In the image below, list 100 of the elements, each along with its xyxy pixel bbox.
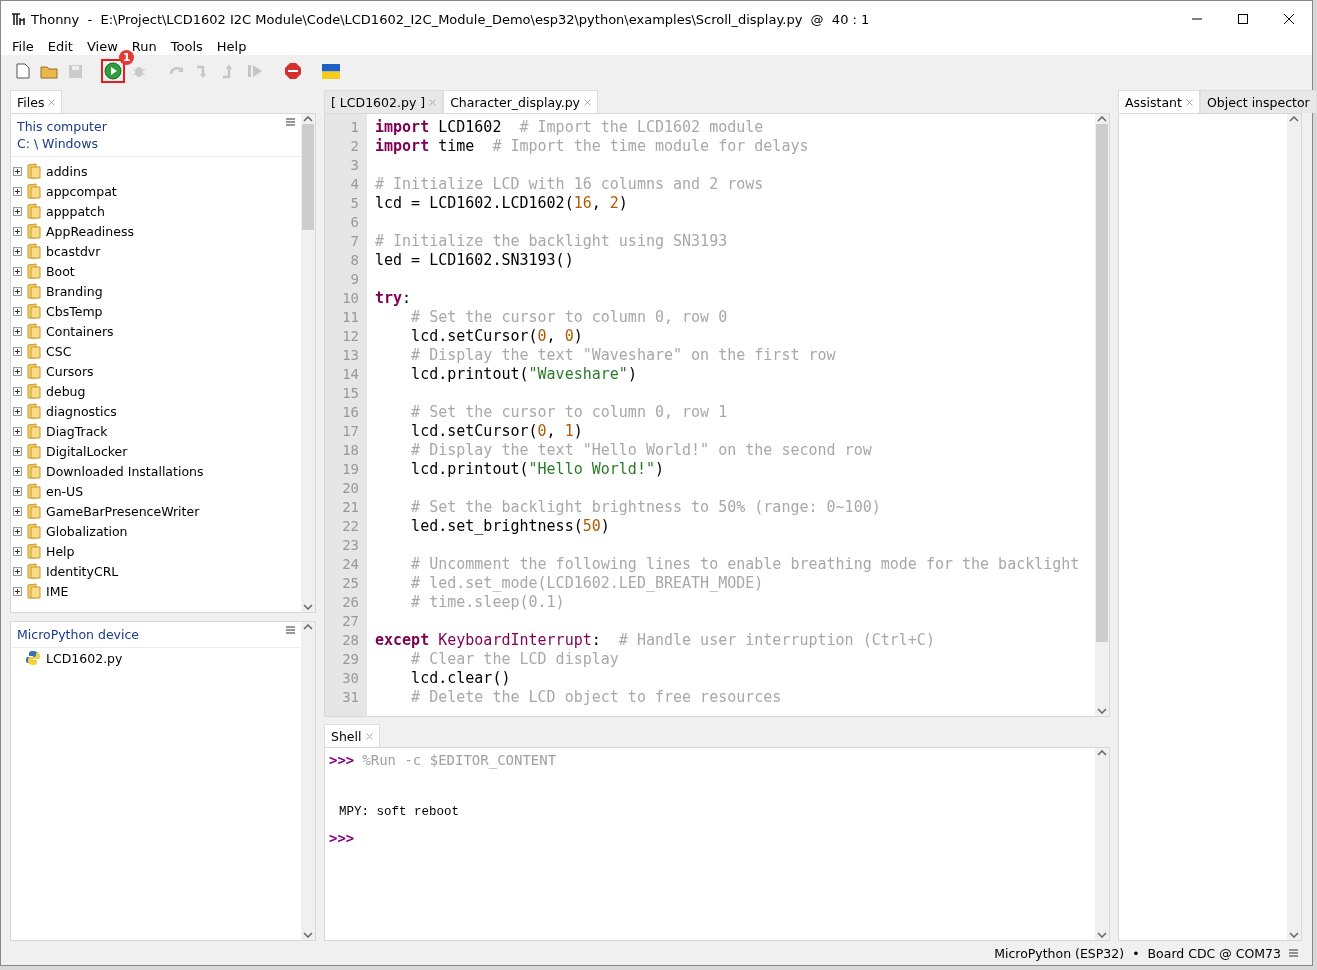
- expand-icon[interactable]: [13, 306, 22, 316]
- expand-icon[interactable]: [13, 466, 22, 476]
- step-badge: 1: [119, 50, 134, 65]
- toolbar-button[interactable]: [101, 59, 125, 83]
- port-label[interactable]: Board CDC @ COM73: [1147, 945, 1281, 961]
- expand-icon[interactable]: [13, 386, 22, 396]
- folder-name[interactable]: GameBarPresenceWriter: [46, 503, 200, 519]
- folder-icon: [27, 303, 41, 319]
- line-number: 9: [349, 270, 360, 289]
- menu-icon[interactable]: [286, 118, 295, 126]
- scroll-down-icon[interactable]: [303, 932, 313, 938]
- expand-icon[interactable]: [13, 486, 22, 496]
- flag-icon: [322, 63, 340, 79]
- menu-item[interactable]: Edit: [40, 38, 80, 54]
- expand-icon[interactable]: [13, 506, 22, 516]
- scrollbar[interactable]: [301, 622, 315, 940]
- file-name[interactable]: LCD1602.py: [46, 650, 123, 666]
- scroll-down-icon[interactable]: [1289, 932, 1299, 938]
- scrollbar[interactable]: [1095, 748, 1109, 940]
- shell-prompt: >>>: [329, 751, 355, 770]
- folder-name[interactable]: DigitalLocker: [46, 443, 128, 459]
- expand-icon[interactable]: [13, 206, 22, 216]
- scroll-down-icon[interactable]: [1097, 932, 1107, 938]
- code-line: lcd = LCD1602.LCD1602(16, 2): [375, 194, 629, 213]
- expand-icon[interactable]: [13, 406, 22, 416]
- folder-name[interactable]: debug: [46, 383, 86, 399]
- scroll-up-icon[interactable]: [303, 624, 313, 630]
- scrollbar[interactable]: [1287, 114, 1301, 940]
- tab[interactable]: Object inspector: [1199, 90, 1317, 113]
- expand-icon[interactable]: [13, 186, 22, 196]
- scroll-up-icon[interactable]: [1097, 116, 1107, 122]
- folder-name[interactable]: diagnostics: [46, 403, 117, 419]
- expand-icon[interactable]: [13, 226, 22, 236]
- folder-name[interactable]: Cursors: [46, 363, 94, 379]
- line-number: 8: [349, 251, 360, 270]
- expand-icon[interactable]: [13, 526, 22, 536]
- folder-name[interactable]: DiagTrack: [46, 423, 108, 439]
- tab[interactable]: Character_display.py: [443, 90, 598, 113]
- folder-name[interactable]: Help: [46, 543, 75, 559]
- location-path[interactable]: C: \ Windows: [17, 135, 107, 152]
- scroll-up-icon[interactable]: [1097, 750, 1107, 756]
- expand-icon[interactable]: [13, 286, 22, 296]
- folder-icon: [27, 183, 41, 199]
- tab[interactable]: Shell: [324, 724, 380, 747]
- expand-icon[interactable]: [13, 166, 22, 176]
- expand-icon[interactable]: [13, 546, 22, 556]
- line-number: 10: [341, 289, 360, 308]
- line-number: 15: [341, 384, 360, 403]
- folder-icon: [27, 423, 41, 439]
- folder-name[interactable]: AppReadiness: [46, 223, 134, 239]
- location-path[interactable]: This computer: [17, 118, 107, 135]
- tab[interactable]: [ LCD1602.py ]: [324, 90, 444, 113]
- code-line: # led.set_mode(LCD1602.LED_BREATH_MODE): [410, 574, 765, 593]
- folder-name[interactable]: Branding: [46, 283, 103, 299]
- expand-icon[interactable]: [13, 326, 22, 336]
- interpreter-label[interactable]: MicroPython (ESP32): [994, 945, 1125, 961]
- folder-name[interactable]: appcompat: [46, 183, 117, 199]
- line-number: 1: [349, 118, 360, 137]
- scroll-down-icon[interactable]: [1097, 708, 1107, 714]
- menu-item[interactable]: Tools: [163, 38, 210, 54]
- menu-item[interactable]: Help: [209, 38, 254, 54]
- folder-icon: [27, 243, 41, 259]
- line-number: 20: [341, 479, 360, 498]
- scrollbar-thumb[interactable]: [302, 124, 314, 230]
- folder-name[interactable]: Globalization: [46, 523, 128, 539]
- menu-icon[interactable]: [1289, 949, 1298, 957]
- folder-icon: [27, 443, 41, 459]
- scrollbar[interactable]: [301, 114, 315, 612]
- menu-icon[interactable]: [286, 626, 295, 634]
- tab[interactable]: Assistant: [1118, 90, 1200, 113]
- expand-icon[interactable]: [13, 266, 22, 276]
- folder-name[interactable]: CSC: [46, 343, 72, 359]
- folder-name[interactable]: Boot: [46, 263, 75, 279]
- scroll-down-icon[interactable]: [303, 604, 313, 610]
- folder-name[interactable]: CbsTemp: [46, 303, 103, 319]
- folder-name[interactable]: bcastdvr: [46, 243, 101, 259]
- code-line: # Initialize the backlight using SN3193: [375, 232, 729, 251]
- expand-icon[interactable]: [13, 566, 22, 576]
- scrollbar[interactable]: [1095, 114, 1109, 716]
- folder-name[interactable]: apppatch: [46, 203, 105, 219]
- expand-icon[interactable]: [13, 366, 22, 376]
- folder-name[interactable]: IdentityCRL: [46, 563, 119, 579]
- folder-name[interactable]: IME: [46, 583, 69, 599]
- expand-icon[interactable]: [13, 446, 22, 456]
- folder-name[interactable]: en-US: [46, 483, 84, 499]
- scroll-up-icon[interactable]: [303, 116, 313, 122]
- expand-icon[interactable]: [13, 246, 22, 256]
- scroll-up-icon[interactable]: [1289, 116, 1299, 122]
- line-number: 3: [349, 156, 360, 175]
- folder-icon: [27, 503, 41, 519]
- tab[interactable]: Files: [10, 90, 63, 113]
- folder-name[interactable]: addins: [46, 163, 88, 179]
- folder-icon: [27, 363, 41, 379]
- menu-item[interactable]: File: [5, 38, 41, 54]
- folder-name[interactable]: Containers: [46, 323, 114, 339]
- scrollbar-thumb[interactable]: [1096, 124, 1108, 642]
- expand-icon[interactable]: [13, 346, 22, 356]
- expand-icon[interactable]: [13, 586, 22, 596]
- expand-icon[interactable]: [13, 426, 22, 436]
- folder-name[interactable]: Downloaded Installations: [46, 463, 204, 479]
